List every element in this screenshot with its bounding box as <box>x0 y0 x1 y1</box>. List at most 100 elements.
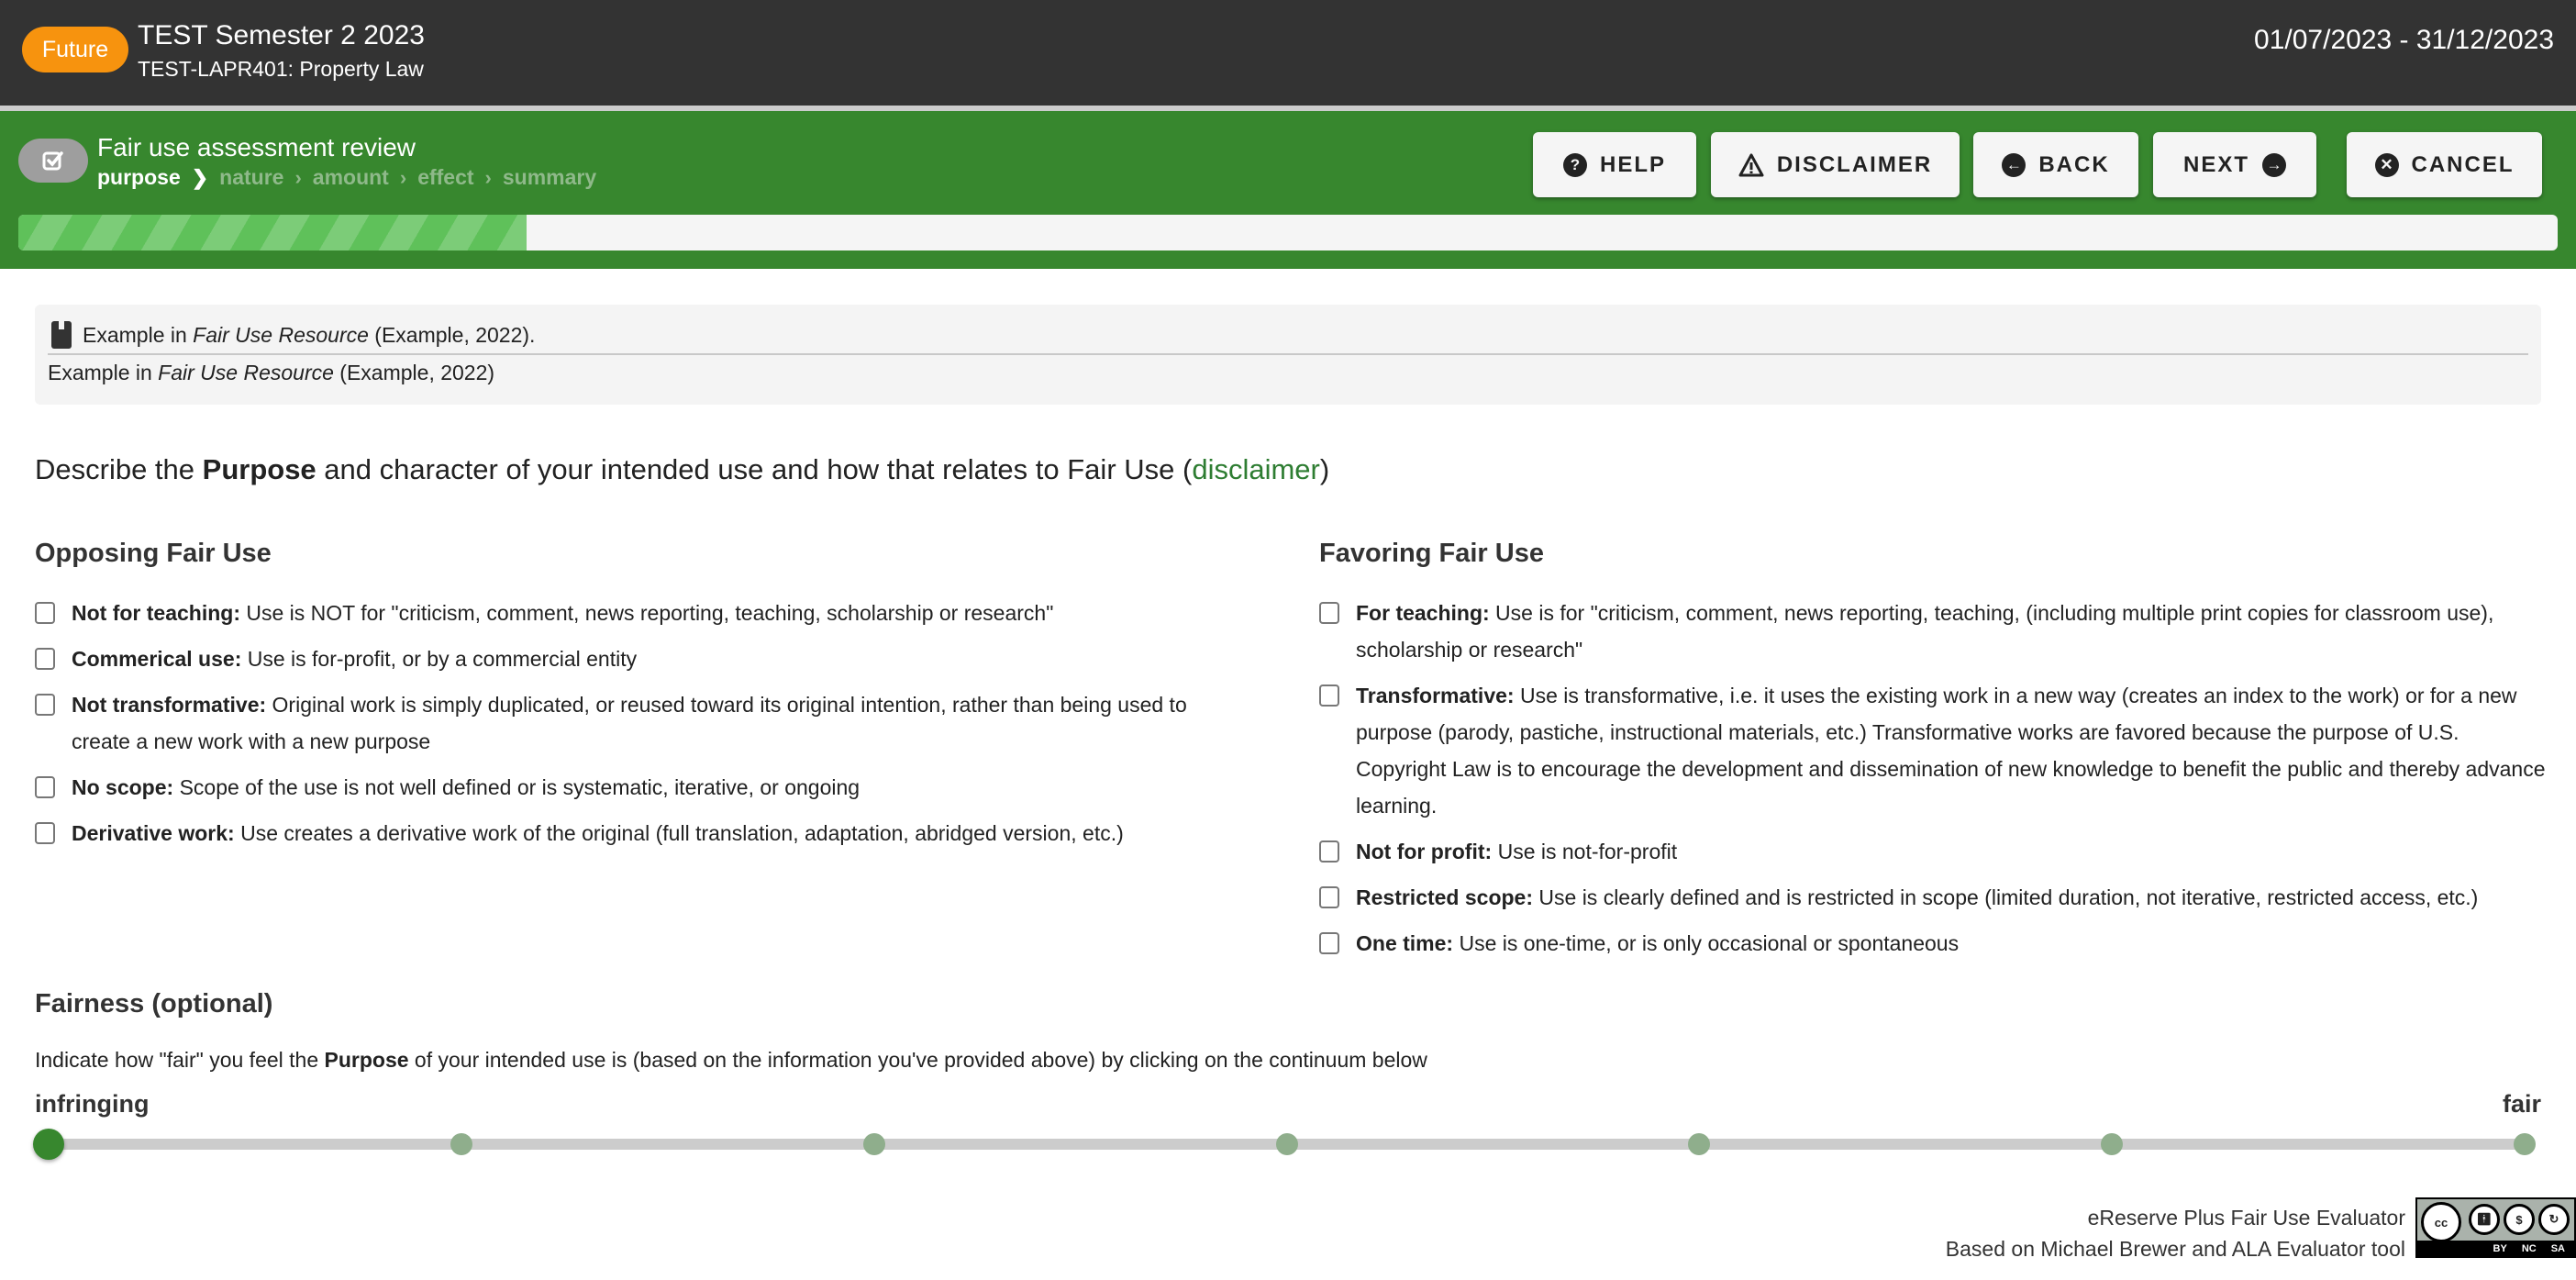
option-term: Not for profit: <box>1356 840 1493 863</box>
citation-text: (Example, 2022). <box>368 322 536 347</box>
option-label: Commerical use: Use is for-profit, or by… <box>72 640 637 677</box>
option-term: No scope: <box>72 775 174 799</box>
arrow-right-circle-icon: → <box>2262 152 2286 177</box>
fairness-heading: Fairness (optional) <box>35 989 273 1018</box>
option-checkbox[interactable] <box>35 694 55 716</box>
opposing-heading: Opposing Fair Use <box>35 539 272 568</box>
status-badge: Future <box>22 27 128 72</box>
option-checkbox[interactable] <box>35 648 55 670</box>
disclaimer-button-label: DISCLAIMER <box>1776 151 1933 177</box>
slider-step-2[interactable] <box>862 1133 885 1155</box>
prompt-emphasis: Purpose <box>202 453 316 485</box>
option-item[interactable]: Restricted scope: Use is clearly defined… <box>1319 879 2548 916</box>
step-summary[interactable]: summary <box>503 165 596 190</box>
step-breadcrumb: purpose ❯ nature › amount › effect › sum… <box>97 165 596 190</box>
option-term: Commerical use: <box>72 647 242 671</box>
step-nature[interactable]: nature <box>219 165 283 190</box>
option-description: Use is NOT for "criticism, comment, news… <box>240 601 1054 625</box>
based-on-credit: Based on Michael Brewer and ALA Evaluato… <box>1945 1237 2405 1261</box>
citation-card: Example in Fair Use Resource (Example, 2… <box>35 305 2541 405</box>
option-description: Use is transformative, i.e. it uses the … <box>1356 684 2546 818</box>
course-header: Future TEST Semester 2 2023 TEST-LAPR401… <box>0 0 2576 106</box>
option-description: Use is for-profit, or by a commercial en… <box>241 647 638 671</box>
attribution-icon: 🚹︎ <box>2469 1204 2500 1235</box>
license-by: BY <box>2493 1242 2507 1254</box>
next-button-label: NEXT <box>2182 151 2249 177</box>
option-term: Restricted scope: <box>1356 885 1534 909</box>
option-checkbox[interactable] <box>1319 840 1339 863</box>
step-amount[interactable]: amount <box>313 165 389 190</box>
slider-step-5[interactable] <box>2101 1133 2124 1155</box>
slider-step-4[interactable] <box>1688 1133 1711 1155</box>
option-label: Transformative: Use is transformative, i… <box>1356 677 2548 824</box>
chevron-right-icon: › <box>399 165 407 189</box>
semester-title: TEST Semester 2 2023 <box>138 20 425 50</box>
question-circle-icon: ? <box>1562 152 1587 177</box>
arrow-left-circle-icon: ← <box>2002 152 2026 177</box>
citation-text: Example in <box>48 361 159 384</box>
option-checkbox[interactable] <box>35 822 55 844</box>
citation-source-title: Fair Use Resource <box>193 322 369 347</box>
opposing-options: Not for teaching: Use is NOT for "critic… <box>35 595 1246 861</box>
option-item[interactable]: Derivative work: Use creates a derivativ… <box>35 815 1246 851</box>
step-purpose[interactable]: purpose <box>97 165 181 190</box>
course-name: TEST-LAPR401: Property Law <box>138 57 424 81</box>
next-button[interactable]: NEXT → <box>2153 132 2316 197</box>
license-sa: SA <box>2550 1242 2565 1254</box>
disclaimer-link[interactable]: disclaimer <box>1192 453 1320 485</box>
progress-fill <box>18 215 527 250</box>
citation-divider <box>48 353 2528 355</box>
slider-min-label: infringing <box>35 1090 150 1118</box>
fairness-text: of your intended use is (based on the in… <box>408 1048 1427 1072</box>
fairness-description: Indicate how "fair" you feel the Purpose… <box>35 1048 1427 1073</box>
cancel-button[interactable]: ✕ CANCEL <box>2347 132 2542 197</box>
fairness-text: Indicate how "fair" you feel the <box>35 1048 325 1072</box>
slider-step-6[interactable] <box>2514 1133 2536 1155</box>
option-description: Scope of the use is not well defined or … <box>173 775 861 799</box>
chevron-right-icon: › <box>484 165 492 189</box>
option-term: Transformative: <box>1356 684 1515 707</box>
option-item[interactable]: Transformative: Use is transformative, i… <box>1319 677 2548 824</box>
citation-source-title: Fair Use Resource <box>158 361 334 384</box>
option-description: Use is for "criticism, comment, news rep… <box>1356 601 2494 662</box>
chevron-right-icon: ❯ <box>191 165 209 189</box>
option-checkbox[interactable] <box>1319 685 1339 707</box>
option-label: For teaching: Use is for "criticism, com… <box>1356 595 2548 668</box>
cc-by-nc-sa-icon[interactable]: cc 🚹︎ $ ↻ BY NC SA <box>2415 1197 2576 1258</box>
option-checkbox[interactable] <box>1319 932 1339 954</box>
favoring-heading: Favoring Fair Use <box>1319 539 1544 568</box>
option-checkbox[interactable] <box>35 602 55 624</box>
option-item[interactable]: Not for teaching: Use is NOT for "critic… <box>35 595 1246 631</box>
option-label: Not for profit: Use is not-for-profit <box>1356 833 1677 870</box>
fairness-emphasis: Purpose <box>324 1048 409 1072</box>
step-effect[interactable]: effect <box>417 165 473 190</box>
option-checkbox[interactable] <box>35 776 55 798</box>
option-item[interactable]: One time: Use is one-time, or is only oc… <box>1319 925 2548 962</box>
slider-step-3[interactable] <box>1275 1133 1298 1155</box>
citation-secondary: Example in Fair Use Resource (Example, 2… <box>48 361 494 385</box>
option-term: For teaching: <box>1356 601 1490 625</box>
help-button[interactable]: ? HELP <box>1533 132 1696 197</box>
disclaimer-button[interactable]: DISCLAIMER <box>1711 132 1960 197</box>
option-item[interactable]: Not for profit: Use is not-for-profit <box>1319 833 2548 870</box>
slider-step-1[interactable] <box>450 1133 472 1155</box>
option-checkbox[interactable] <box>1319 886 1339 908</box>
option-description: Use is not-for-profit <box>1492 840 1678 863</box>
option-item[interactable]: Not transformative: Original work is sim… <box>35 686 1246 760</box>
cc-icon: cc <box>2421 1202 2461 1242</box>
option-label: Derivative work: Use creates a derivativ… <box>72 815 1124 851</box>
slider-handle[interactable] <box>33 1129 64 1160</box>
option-description: Use creates a derivative work of the ori… <box>234 821 1124 845</box>
footer-credit: eReserve Plus Fair Use Evaluator Based o… <box>1946 1202 2405 1264</box>
option-term: Not for teaching: <box>72 601 240 625</box>
option-label: Not transformative: Original work is sim… <box>72 686 1246 760</box>
back-button[interactable]: ← BACK <box>1973 132 2138 197</box>
option-label: Restricted scope: Use is clearly defined… <box>1356 879 2478 916</box>
progress-bar <box>18 215 2558 250</box>
option-item[interactable]: Commerical use: Use is for-profit, or by… <box>35 640 1246 677</box>
option-description: Use is one-time, or is only occasional o… <box>1453 931 1960 955</box>
option-item[interactable]: For teaching: Use is for "criticism, com… <box>1319 595 2548 668</box>
option-label: No scope: Scope of the use is not well d… <box>72 769 860 806</box>
option-item[interactable]: No scope: Scope of the use is not well d… <box>35 769 1246 806</box>
option-checkbox[interactable] <box>1319 602 1339 624</box>
